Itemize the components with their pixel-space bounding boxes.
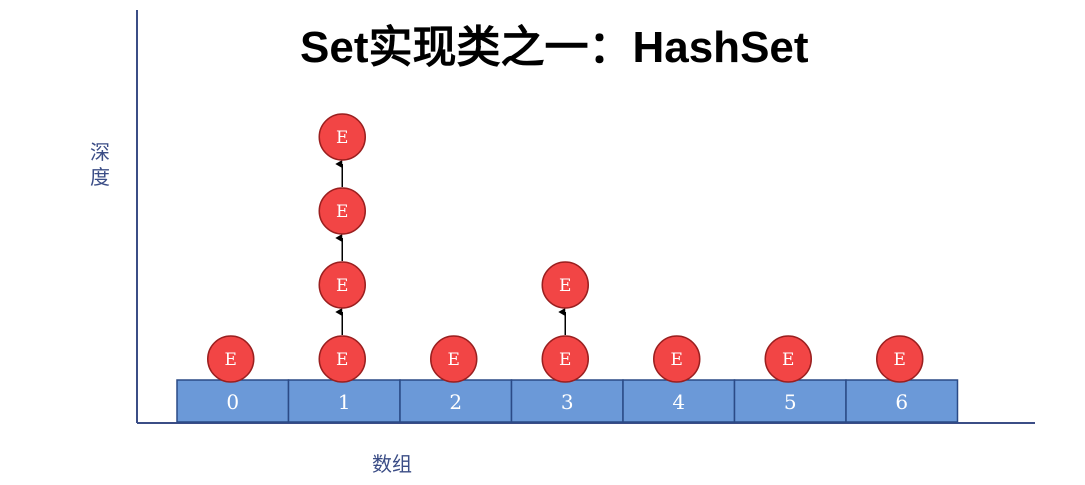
hash-node-label: E xyxy=(336,128,348,148)
array-index-label: 3 xyxy=(561,390,574,414)
array-index-label: 0 xyxy=(226,390,239,414)
hash-node-label: E xyxy=(782,350,794,370)
hash-node-label: E xyxy=(559,350,571,370)
hash-node-label: E xyxy=(671,350,683,370)
hash-node-label: E xyxy=(225,350,237,370)
array-index-label: 2 xyxy=(449,390,462,414)
hash-node-label: E xyxy=(336,202,348,222)
array-index-label: 1 xyxy=(338,390,351,414)
hashset-diagram: 0 1 2 3 4 5 6 E E E E E E E E E E E xyxy=(136,10,1035,424)
hash-node-label: E xyxy=(894,350,906,370)
array-index-label: 4 xyxy=(672,390,685,414)
hash-node-label: E xyxy=(336,276,348,296)
hash-node-label: E xyxy=(559,276,571,296)
hash-node-label: E xyxy=(336,350,348,370)
hash-node-label: E xyxy=(448,350,460,370)
array-index-label: 6 xyxy=(895,390,908,414)
array-index-label: 5 xyxy=(784,390,797,414)
